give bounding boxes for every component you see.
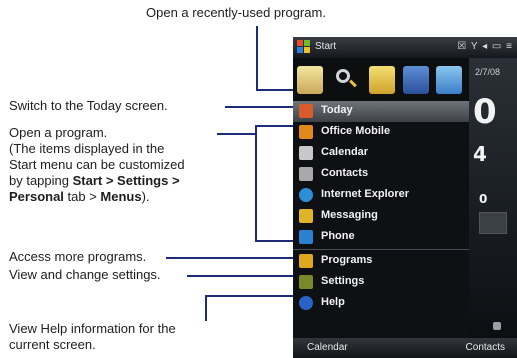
- callout-help-h: [205, 295, 294, 297]
- clock-digit-1: 0: [473, 92, 497, 132]
- start-menu: Today Office Mobile Calendar Contacts In…: [293, 101, 469, 338]
- contacts-card-icon[interactable]: [369, 66, 395, 94]
- today-tile: [479, 212, 507, 234]
- recent-programs-bar: [293, 58, 469, 101]
- menu-item-label: Today: [321, 104, 353, 116]
- menu-item-contacts[interactable]: Contacts: [293, 164, 469, 185]
- messaging-icon: [299, 209, 313, 223]
- calendar-icon: [299, 146, 313, 160]
- annotation-recent: Open a recently-used program.: [146, 5, 326, 20]
- callout-recent-v: [256, 26, 258, 91]
- menu-item-label: Programs: [321, 254, 373, 266]
- menu-item-calendar[interactable]: Calendar: [293, 143, 469, 164]
- contacts-icon: [299, 167, 313, 181]
- callout-open-v: [255, 125, 257, 242]
- status-icons[interactable]: ☒ Y ◂ ▭ ≡: [457, 41, 513, 52]
- menu-item-label: Office Mobile: [321, 125, 391, 137]
- annotation-help: View Help information for the current sc…: [9, 321, 176, 352]
- callout-today: [225, 106, 294, 108]
- menu-item-today[interactable]: Today: [293, 101, 469, 122]
- menu-item-messaging[interactable]: Messaging: [293, 206, 469, 227]
- callout-open-h: [217, 133, 257, 135]
- menu-item-label: Internet Explorer: [321, 188, 410, 200]
- menu-item-internet-explorer[interactable]: Internet Explorer: [293, 185, 469, 206]
- annotation-programs: Access more programs.: [9, 249, 147, 264]
- office-icon: [299, 125, 313, 139]
- start-title: Start: [315, 41, 337, 52]
- callout-settings: [187, 275, 294, 277]
- settings-icon: [299, 275, 313, 289]
- today-icon: [299, 104, 313, 118]
- menu-item-settings[interactable]: Settings: [293, 272, 469, 293]
- clock-digit-2: 4: [473, 142, 487, 166]
- annotation-today: Switch to the Today screen.: [9, 98, 168, 113]
- menu-item-office-mobile[interactable]: Office Mobile: [293, 122, 469, 143]
- phone-screen: Start ☒ Y ◂ ▭ ≡ 2/7/08 0 4 0 Today Offic…: [293, 37, 517, 358]
- callout-open-top: [255, 125, 294, 127]
- search-icon[interactable]: [333, 66, 359, 94]
- callout-recent-h: [256, 89, 294, 91]
- menu-item-label: Calendar: [321, 146, 369, 158]
- annotation-open-program: Open a program. (The items displayed in …: [9, 125, 185, 204]
- help-icon: [299, 296, 313, 310]
- menu-item-label: Help: [321, 296, 345, 308]
- date-label: 2/7/08: [475, 67, 501, 77]
- softkey-left-calendar[interactable]: Calendar: [307, 342, 348, 353]
- menu-item-label: Phone: [321, 230, 355, 242]
- menu-item-label: Contacts: [321, 167, 369, 179]
- callout-open-bottom: [255, 240, 294, 242]
- menu-item-programs[interactable]: Programs: [293, 251, 469, 272]
- menu-item-label: Settings: [321, 275, 365, 287]
- callout-programs: [166, 257, 294, 259]
- menu-separator: [293, 249, 469, 250]
- speaker-icon[interactable]: [493, 322, 501, 330]
- programs-icon: [299, 254, 313, 268]
- windows-logo-icon[interactable]: [297, 40, 311, 54]
- clock-digit-3: 0: [479, 192, 488, 206]
- callout-help-v: [205, 295, 207, 321]
- notes-icon[interactable]: [297, 66, 323, 94]
- internet-explorer-icon: [299, 188, 313, 202]
- menu-item-help[interactable]: Help: [293, 293, 469, 314]
- annotation-settings: View and change settings.: [9, 267, 161, 282]
- softkey-right-contacts[interactable]: Contacts: [466, 342, 505, 353]
- music-icon[interactable]: [403, 66, 429, 94]
- title-bar: Start ☒ Y ◂ ▭ ≡: [293, 37, 517, 58]
- phone-icon: [299, 230, 313, 244]
- pictures-icon[interactable]: [436, 66, 462, 94]
- menu-item-phone[interactable]: Phone: [293, 227, 469, 248]
- softkey-bar: Calendar Contacts: [293, 338, 517, 358]
- menu-item-label: Messaging: [321, 209, 378, 221]
